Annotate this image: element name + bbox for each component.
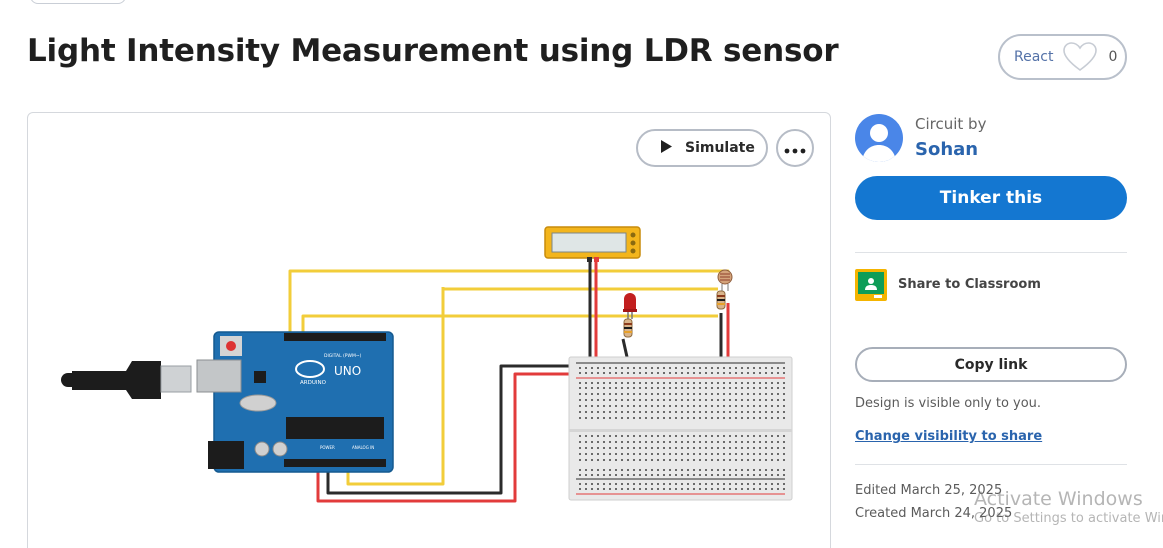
author-link[interactable]: Sohan	[915, 139, 978, 160]
share-classroom-link[interactable]: Share to Classroom	[898, 277, 1041, 292]
analog-header-label: ANALOG IN	[352, 445, 374, 450]
sidebar-divider	[855, 464, 1127, 465]
react-count: 0	[1108, 49, 1118, 65]
more-options-button[interactable]	[776, 129, 814, 167]
arduino-brand-text: ARDUINO	[300, 380, 327, 386]
react-label: React	[1014, 49, 1054, 65]
power-header-label: POWER	[320, 445, 335, 450]
visibility-note: Design is visible only to you.	[855, 396, 1042, 411]
circuit-by-label: Circuit by	[915, 115, 987, 133]
circuit-canvas[interactable]: ARDUINO UNO DIGITAL (PWM~) POWER ANALOG …	[27, 112, 831, 548]
copy-link-button[interactable]: Copy link	[855, 347, 1127, 382]
simulate-button[interactable]: Simulate	[636, 129, 768, 167]
heart-icon	[1063, 42, 1098, 72]
top-pill-button[interactable]	[30, 0, 126, 4]
created-date: Created March 24, 2025	[855, 506, 1013, 521]
google-classroom-icon[interactable]	[855, 269, 887, 301]
avatar[interactable]	[855, 114, 903, 162]
wire-yellow-top	[288, 269, 730, 335]
sidebar-divider	[855, 252, 1127, 253]
arduino-model-text: UNO	[334, 364, 361, 378]
page-title: Light Intensity Measurement using LDR se…	[27, 33, 839, 69]
play-icon	[660, 139, 673, 158]
ldr-component	[716, 269, 733, 310]
usb-cable	[61, 361, 192, 399]
simulate-label: Simulate	[685, 140, 755, 156]
change-visibility-link[interactable]: Change visibility to share	[855, 429, 1042, 444]
breadboard	[568, 356, 793, 501]
digital-header-label: DIGITAL (PWM~)	[324, 353, 362, 359]
circuit-diagram: ARDUINO UNO DIGITAL (PWM~) POWER ANALOG …	[61, 226, 793, 503]
tinker-this-button[interactable]: Tinker this	[855, 176, 1127, 220]
react-button[interactable]: React 0	[998, 34, 1127, 80]
edited-date: Edited March 25, 2025	[855, 483, 1003, 498]
arduino-uno-board: ARDUINO UNO DIGITAL (PWM~) POWER ANALOG …	[196, 331, 394, 473]
lcd-display	[544, 226, 641, 262]
more-dots-icon	[784, 139, 806, 158]
user-avatar-icon	[862, 124, 896, 162]
